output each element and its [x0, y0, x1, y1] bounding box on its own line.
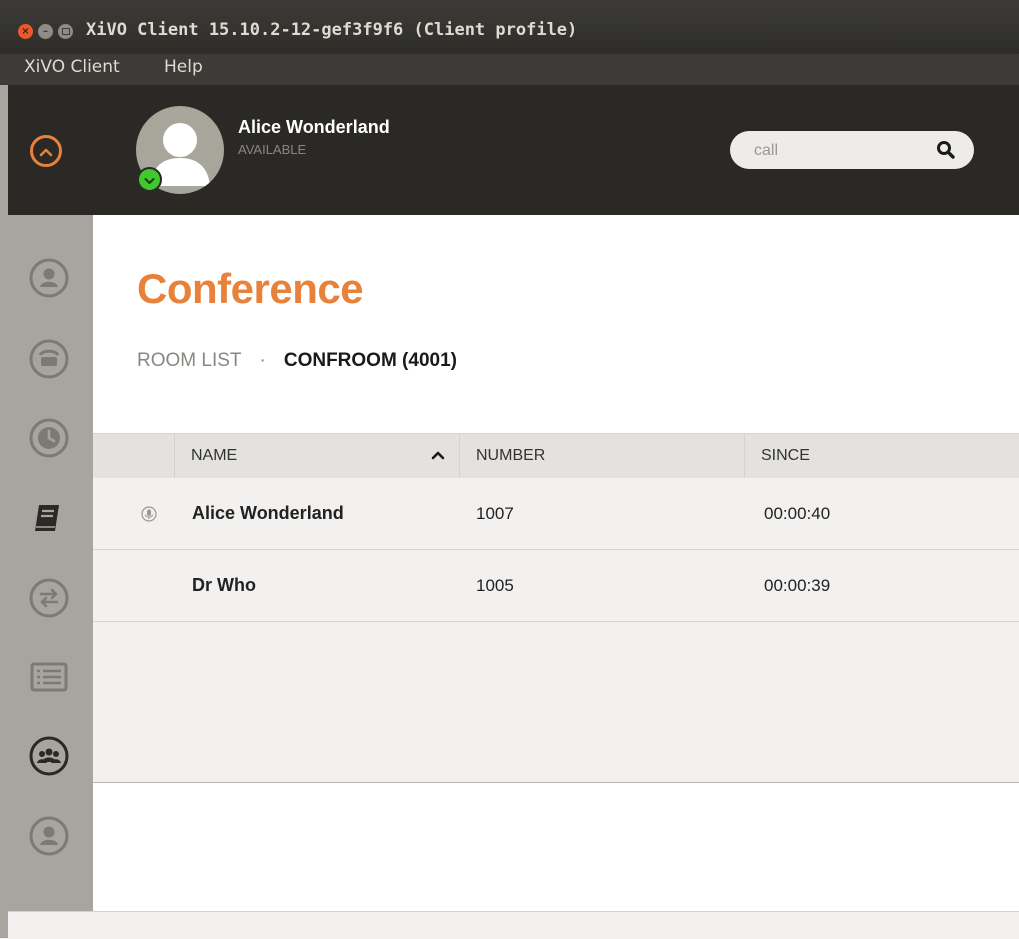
table-header: NAME NUMBER SINCE	[93, 434, 1019, 479]
breadcrumb-room-list[interactable]: ROOM LIST	[137, 350, 242, 371]
collapse-header-button[interactable]	[30, 135, 62, 167]
person-icon	[29, 816, 69, 856]
participant-since: 00:00:39	[764, 576, 831, 595]
book-icon	[35, 505, 59, 531]
status-bar	[8, 911, 1019, 939]
table-row[interactable]: Dr Who 1005 00:00:39	[93, 550, 1019, 622]
availability-indicator[interactable]	[137, 167, 162, 192]
transfer-icon	[29, 578, 69, 618]
identity-header: Alice Wonderland AVAILABLE	[8, 85, 1019, 215]
user-status: AVAILABLE	[238, 142, 307, 157]
table-row[interactable]: Alice Wonderland 1007 00:00:40	[93, 478, 1019, 550]
participant-name: Dr Who	[192, 575, 256, 595]
column-header-status	[93, 434, 174, 478]
search-icon[interactable]	[936, 140, 956, 164]
clock-icon	[29, 418, 69, 458]
minimize-window-button[interactable]: –	[38, 24, 53, 39]
microphone-icon[interactable]	[140, 505, 158, 523]
column-header-since[interactable]: SINCE	[744, 434, 1019, 478]
nav-conference[interactable]	[28, 735, 70, 777]
nav-history[interactable]	[28, 417, 70, 459]
page-title: Conference	[137, 265, 364, 312]
nav-profile[interactable]	[28, 815, 70, 857]
person-icon	[29, 258, 69, 298]
breadcrumb: ROOM LIST · CONFROOM (4001)	[137, 350, 457, 372]
column-header-number[interactable]: NUMBER	[459, 434, 744, 478]
sidebar-nav	[8, 215, 102, 911]
participants-table: NAME NUMBER SINCE Alice Wonderland 1007 …	[93, 433, 1019, 783]
breadcrumb-separator: ·	[259, 350, 266, 371]
breadcrumb-current-room: CONFROOM (4001)	[283, 350, 457, 371]
menu-help[interactable]: Help	[164, 57, 203, 77]
window-edge	[0, 85, 8, 938]
column-label-number: NUMBER	[476, 447, 546, 464]
participant-since: 00:00:40	[764, 504, 831, 523]
participant-number: 1007	[476, 504, 514, 523]
participant-name: Alice Wonderland	[192, 503, 344, 523]
chevron-up-icon	[39, 142, 53, 161]
phone-icon	[29, 339, 69, 379]
search-input[interactable]	[752, 139, 926, 163]
menu-xivo-client[interactable]: XiVO Client	[24, 57, 120, 77]
nav-directory[interactable]	[28, 497, 70, 539]
window-titlebar: × – XiVO Client 15.10.2-12-gef3f9f6 (Cli…	[0, 0, 1019, 54]
maximize-window-button[interactable]	[58, 24, 73, 39]
column-label-name: NAME	[191, 447, 238, 464]
participant-number: 1005	[476, 576, 514, 595]
nav-transfer[interactable]	[28, 577, 70, 619]
menubar: XiVO Client Help	[0, 54, 1019, 85]
close-window-button[interactable]: ×	[18, 24, 33, 39]
list-icon	[30, 662, 68, 692]
column-header-name[interactable]: NAME	[174, 434, 459, 478]
user-name: Alice Wonderland	[238, 117, 390, 137]
nav-identity[interactable]	[28, 257, 70, 299]
nav-phone[interactable]	[28, 338, 70, 380]
chevron-down-icon	[144, 170, 155, 189]
sort-ascending-icon	[431, 434, 445, 478]
column-label-since: SINCE	[761, 447, 810, 464]
conference-panel: Conference ROOM LIST · CONFROOM (4001) NAM…	[93, 215, 1019, 911]
nav-agents-list[interactable]	[28, 656, 70, 698]
conference-icon	[29, 736, 69, 776]
window-title: XiVO Client 15.10.2-12-gef3f9f6 (Client …	[86, 20, 578, 40]
search-box	[730, 131, 974, 169]
